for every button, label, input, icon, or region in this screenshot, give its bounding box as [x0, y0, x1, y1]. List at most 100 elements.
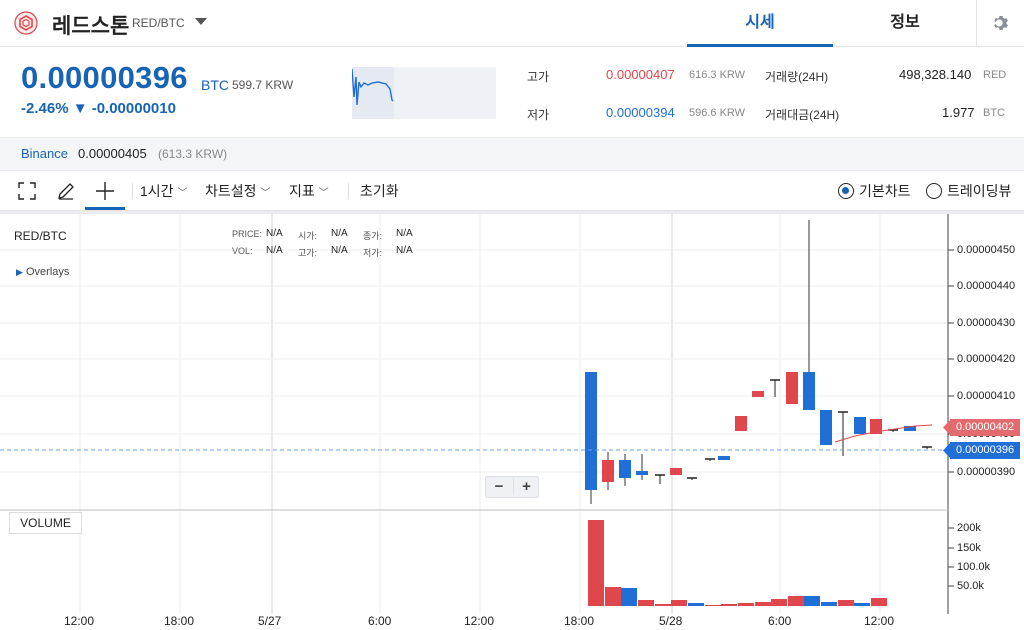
chevron-down-icon: ﹀ [318, 188, 329, 199]
legend-close-label: 종가: [363, 231, 383, 241]
legend-price-label: PRICE: [232, 229, 263, 239]
pencil-icon[interactable] [56, 181, 76, 201]
time-tick: 12:00 [464, 614, 495, 628]
tab-info[interactable]: 정보 [832, 0, 978, 47]
tag-pointer [943, 419, 951, 436]
basic-chart-radio[interactable] [838, 183, 854, 199]
volume-bar [688, 603, 704, 606]
volume-bar [738, 603, 754, 606]
overlays-toggle[interactable]: ▶ Overlays [16, 266, 69, 278]
coin-logo-icon [14, 11, 38, 35]
volume-bar [804, 596, 820, 606]
candle-body [718, 456, 730, 460]
time-tick: 5/28 [659, 614, 683, 628]
price-tick: 0.00000450 [957, 244, 1016, 256]
volume-bar [788, 596, 804, 606]
candle-body [735, 416, 747, 431]
exchange-name[interactable]: Binance [21, 138, 68, 170]
amount-value: 1.977 [942, 105, 975, 120]
basic-chart-label[interactable]: 기본차트 [859, 181, 911, 201]
high-value: 0.00000407 [606, 67, 675, 82]
time-tick: 12:00 [864, 614, 895, 628]
candle-body [803, 372, 815, 410]
candle-body [786, 372, 798, 404]
toolbar-divider [348, 183, 349, 199]
volume-bar [871, 598, 887, 606]
chart-settings-menu[interactable]: 차트설정 ﹀ [205, 181, 270, 201]
zoom-in-button[interactable]: + [513, 478, 539, 495]
reset-button[interactable]: 초기화 [360, 181, 399, 201]
legend-vol-value: N/A [266, 245, 283, 256]
crosshair-icon[interactable] [95, 181, 115, 201]
volume-tick: 150k [957, 542, 981, 554]
gear-icon [994, 16, 1008, 30]
price-tick: 0.00000440 [957, 280, 1016, 292]
candle-body [585, 372, 597, 490]
tab-market[interactable]: 시세 [687, 0, 833, 47]
volume-bar [854, 603, 870, 606]
crosshair-active-indicator [85, 207, 125, 210]
price-unit: BTC [201, 77, 229, 93]
settings-button[interactable] [976, 0, 1024, 47]
triangle-right-icon: ▶ [16, 267, 23, 277]
candlestick-chart[interactable] [0, 214, 1024, 630]
volume-bar [705, 605, 721, 606]
chart-pair-label: RED/BTC [14, 229, 67, 243]
indicators-menu[interactable]: 지표 ﹀ [289, 181, 329, 201]
legend-high-value: N/A [331, 245, 348, 256]
tradingview-label[interactable]: 트레이딩뷰 [947, 181, 1011, 201]
volume-tick: 100.0k [957, 561, 991, 573]
coin-pair: RED/BTC [132, 16, 185, 30]
tradingview-radio[interactable] [926, 183, 942, 199]
price-tick: 0.00000430 [957, 317, 1016, 329]
volume-tick: 200k [957, 522, 981, 534]
current-price: 0.00000396 [21, 60, 188, 95]
volume-bar [671, 600, 687, 606]
high-label: 고가 [527, 70, 550, 84]
interval-select[interactable]: 1시간 ﹀ [140, 181, 187, 201]
volume-label: 거래량(24H) [765, 70, 829, 84]
volume-value: 498,328.140 [899, 67, 972, 82]
time-tick: 6:00 [768, 614, 792, 628]
volume-bar [655, 604, 671, 606]
zoom-control: − + [485, 476, 539, 498]
exchange-price: 0.00000405 [78, 146, 147, 161]
time-tick: 18:00 [164, 614, 195, 628]
high-krw: 616.3 KRW [689, 69, 746, 81]
volume-bar [838, 600, 854, 606]
legend-high-label: 고가: [298, 248, 318, 258]
candle-body [752, 391, 764, 397]
volume-pane-label: VOLUME [9, 512, 82, 534]
candle-body [820, 410, 832, 445]
chart-toolbar: 1시간 ﹀ 차트설정 ﹀ 지표 ﹀ 초기화 기본차트 트레이딩뷰 [0, 171, 1024, 211]
volume-bar [771, 599, 787, 606]
coin-name: 레드스톤 [52, 15, 130, 38]
fullscreen-icon[interactable] [18, 182, 36, 200]
legend-vol-label: VOL: [232, 246, 253, 256]
price-change: -2.46% ▼ -0.00000010 [21, 100, 176, 117]
volume-bar [621, 588, 637, 606]
chevron-down-icon: ﹀ [260, 188, 271, 199]
chevron-down-icon: ﹀ [177, 188, 188, 199]
price-tick: 0.00000390 [957, 466, 1016, 478]
price-krw: 599.7 KRW [232, 78, 294, 92]
volume-bar [821, 602, 837, 606]
zoom-out-button[interactable]: − [486, 478, 512, 495]
low-label: 저가 [527, 108, 550, 122]
candle-body [602, 460, 614, 482]
exchange-krw: (613.3 KRW) [158, 147, 228, 161]
time-tick: 18:00 [564, 614, 595, 628]
price-tick: 0.00000420 [957, 353, 1016, 365]
candle-body [636, 471, 648, 475]
candle-body [670, 468, 682, 475]
chevron-down-icon[interactable] [195, 18, 207, 25]
legend-price-value: N/A [266, 228, 283, 239]
volume-bar [721, 604, 737, 606]
legend-close-value: N/A [396, 228, 413, 239]
sparkline [351, 67, 496, 119]
volume-unit: RED [983, 69, 1007, 81]
amount-label: 거래대금(24H) [765, 108, 840, 122]
tag-pointer [943, 442, 951, 459]
exchange-bar: Binance 0.00000405 (613.3 KRW) [0, 137, 1024, 171]
time-tick: 12:00 [64, 614, 95, 628]
